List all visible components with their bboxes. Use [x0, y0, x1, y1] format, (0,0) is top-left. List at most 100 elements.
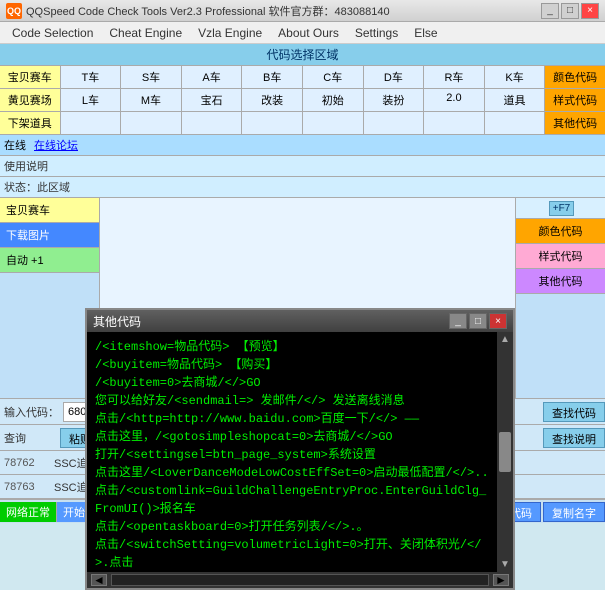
status-label: 状态：此区域	[4, 179, 70, 195]
main-area: 宝贝赛车 下载图片 自动 +1 +F7 颜色代码	[0, 198, 605, 398]
hotkey-text: +F7	[549, 201, 575, 216]
scroll-down[interactable]: ▼	[500, 559, 510, 570]
modal-controls[interactable]: _ □ ×	[449, 313, 507, 329]
hotkey-badge: +F7	[516, 198, 605, 219]
title-text: QQSpeed Code Check Tools Ver2.3 Professi…	[26, 3, 390, 19]
result-num-2: 78763	[0, 481, 50, 493]
right-btn-color-code[interactable]: 颜色代码	[516, 219, 605, 244]
btn-modify[interactable]: 改装	[242, 89, 303, 111]
btn-20[interactable]: 2.0	[424, 89, 485, 111]
modal-other-code: 其他代码 _ □ × /<itemshow=物品代码> 【预览】/<buyite…	[85, 308, 515, 590]
scroll-left[interactable]: ◄	[91, 574, 107, 586]
btn-t-car[interactable]: T车	[61, 66, 122, 88]
right-btn-other-code[interactable]: 其他代码	[516, 269, 605, 294]
modal-content[interactable]: /<itemshow=物品代码> 【预览】/<buyitem=物品代码> 【购买…	[87, 332, 497, 572]
result-num-1: 78762	[0, 457, 50, 469]
modal-title: 其他代码	[93, 313, 141, 330]
btn-s-car[interactable]: S车	[121, 66, 182, 88]
btn-b-car[interactable]: B车	[242, 66, 303, 88]
btn-other-code[interactable]: 其他代码	[545, 112, 605, 134]
menu-about-ours[interactable]: About Ours	[270, 24, 347, 42]
modal-code-line: 点击/<http=http://www.baidu.com>百度一下/</> —…	[95, 410, 489, 428]
left-btn-auto[interactable]: 自动 +1	[0, 248, 99, 273]
modal-title-bar: 其他代码 _ □ ×	[87, 310, 513, 332]
right-btn-style-code[interactable]: 样式代码	[516, 244, 605, 269]
modal-code-line: /<buyitem=物品代码> 【购买】	[95, 356, 489, 374]
maximize-button[interactable]: □	[561, 3, 579, 19]
btn-a-car[interactable]: A车	[182, 66, 243, 88]
modal-code-line: 点击这里，/<gotosimpleshopcat=0>去商城/</>GO	[95, 428, 489, 446]
network-status: 网络正常	[0, 502, 57, 522]
close-button[interactable]: ×	[581, 3, 599, 19]
title-bar-text: QQ QQSpeed Code Check Tools Ver2.3 Profe…	[6, 3, 390, 19]
btn-m-car[interactable]: M车	[121, 89, 182, 111]
btn-delist-prop[interactable]: 下架道具	[0, 112, 61, 134]
code-input-label: 输入代码：	[0, 402, 63, 422]
modal-code-line: /<buyitem=0>去商城/</>GO	[95, 374, 489, 392]
modal-code-line: 点击/<switchSetting=volumetricLight=0>打开、关…	[95, 536, 489, 572]
btn-row-2: 黄见赛场 L车 M车 宝石 改装 初始 装扮 2.0 道具 样式代码	[0, 89, 605, 112]
menu-vzla-engine[interactable]: Vzla Engine	[190, 24, 270, 42]
btn-row-1: 宝贝赛车 T车 S车 A车 B车 C车 D车 R车 K车 颜色代码	[0, 66, 605, 89]
btn-style-code[interactable]: 样式代码	[545, 89, 605, 111]
btn-r-car[interactable]: R车	[424, 66, 485, 88]
modal-code-line: 打开/<settingsel=btn_page_system>系统设置	[95, 446, 489, 464]
btn-k-car[interactable]: K车	[485, 66, 546, 88]
modal-code-line: /<itemshow=物品代码> 【预览】	[95, 338, 489, 356]
title-bar: QQ QQSpeed Code Check Tools Ver2.3 Profe…	[0, 0, 605, 22]
forum-link[interactable]: 在线论坛	[34, 137, 78, 153]
info-label: 使用说明	[4, 158, 48, 174]
btn-baobei-car[interactable]: 宝贝赛车	[0, 66, 61, 88]
btn-row-3: 下架道具 其他代码	[0, 112, 605, 135]
scroll-thumb[interactable]	[499, 432, 511, 472]
menu-code-selection[interactable]: Code Selection	[4, 24, 101, 42]
btn-c-car[interactable]: C车	[303, 66, 364, 88]
btn-row3-2[interactable]	[61, 112, 122, 134]
btn-outfit[interactable]: 装扮	[364, 89, 425, 111]
menu-cheat-engine[interactable]: Cheat Engine	[101, 24, 190, 42]
info-row: 使用说明	[0, 156, 605, 177]
btn-yellow-field[interactable]: 黄见赛场	[0, 89, 61, 111]
menu-else[interactable]: Else	[406, 24, 445, 42]
btn-prop[interactable]: 道具	[485, 89, 546, 111]
btn-color-code[interactable]: 颜色代码	[545, 66, 605, 88]
modal-code-line: 点击/<customlink=GuildChallengeEntryProc.E…	[95, 482, 489, 518]
right-panel: +F7 颜色代码 样式代码 其他代码	[515, 198, 605, 398]
btn-row3-6[interactable]	[303, 112, 364, 134]
btn-row3-3[interactable]	[121, 112, 182, 134]
window-controls[interactable]: _ □ ×	[541, 3, 599, 19]
btn-d-car[interactable]: D车	[364, 66, 425, 88]
section-label: 代码选择区域	[0, 44, 605, 66]
btn-initial[interactable]: 初始	[303, 89, 364, 111]
status-row: 状态：此区域	[0, 177, 605, 198]
minimize-button[interactable]: _	[541, 3, 559, 19]
link-prefix: 在线	[4, 137, 26, 153]
link-row: 在线 在线论坛	[0, 135, 605, 156]
app-icon: QQ	[6, 3, 22, 19]
modal-code-line: 点击这里/<LoverDanceModeLowCostEffSet=0>启动最低…	[95, 464, 489, 482]
btn-row3-7[interactable]	[364, 112, 425, 134]
btn-row3-4[interactable]	[182, 112, 243, 134]
btn-jewel[interactable]: 宝石	[182, 89, 243, 111]
copy-name-button[interactable]: 复制名字	[543, 502, 605, 522]
btn-row3-9[interactable]	[485, 112, 546, 134]
menu-settings[interactable]: Settings	[347, 24, 406, 42]
find-desc-button[interactable]: 查找说明	[543, 428, 605, 448]
modal-close[interactable]: ×	[489, 313, 507, 329]
left-btn-download[interactable]: 下载图片	[0, 223, 99, 248]
modal-maximize[interactable]: □	[469, 313, 487, 329]
btn-row3-8[interactable]	[424, 112, 485, 134]
horizontal-scrollbar[interactable]	[111, 574, 489, 586]
scroll-up[interactable]: ▲	[500, 334, 510, 345]
menu-bar: Code Selection Cheat Engine Vzla Engine …	[0, 22, 605, 44]
btn-row3-5[interactable]	[242, 112, 303, 134]
modal-minimize[interactable]: _	[449, 313, 467, 329]
btn-l-car[interactable]: L车	[61, 89, 122, 111]
modal-code-line: 点击/<opentaskboard=0>打开任务列表/</>.。	[95, 518, 489, 536]
left-btn-baobei[interactable]: 宝贝赛车	[0, 198, 99, 223]
scroll-right[interactable]: ►	[493, 574, 509, 586]
modal-footer: ◄ ►	[87, 572, 513, 588]
find-code-button[interactable]: 查找代码	[543, 402, 605, 422]
query-label: 查询	[0, 428, 60, 448]
modal-code-line: 您可以给好友/<sendmail=> 发邮件/</> 发送离线消息	[95, 392, 489, 410]
